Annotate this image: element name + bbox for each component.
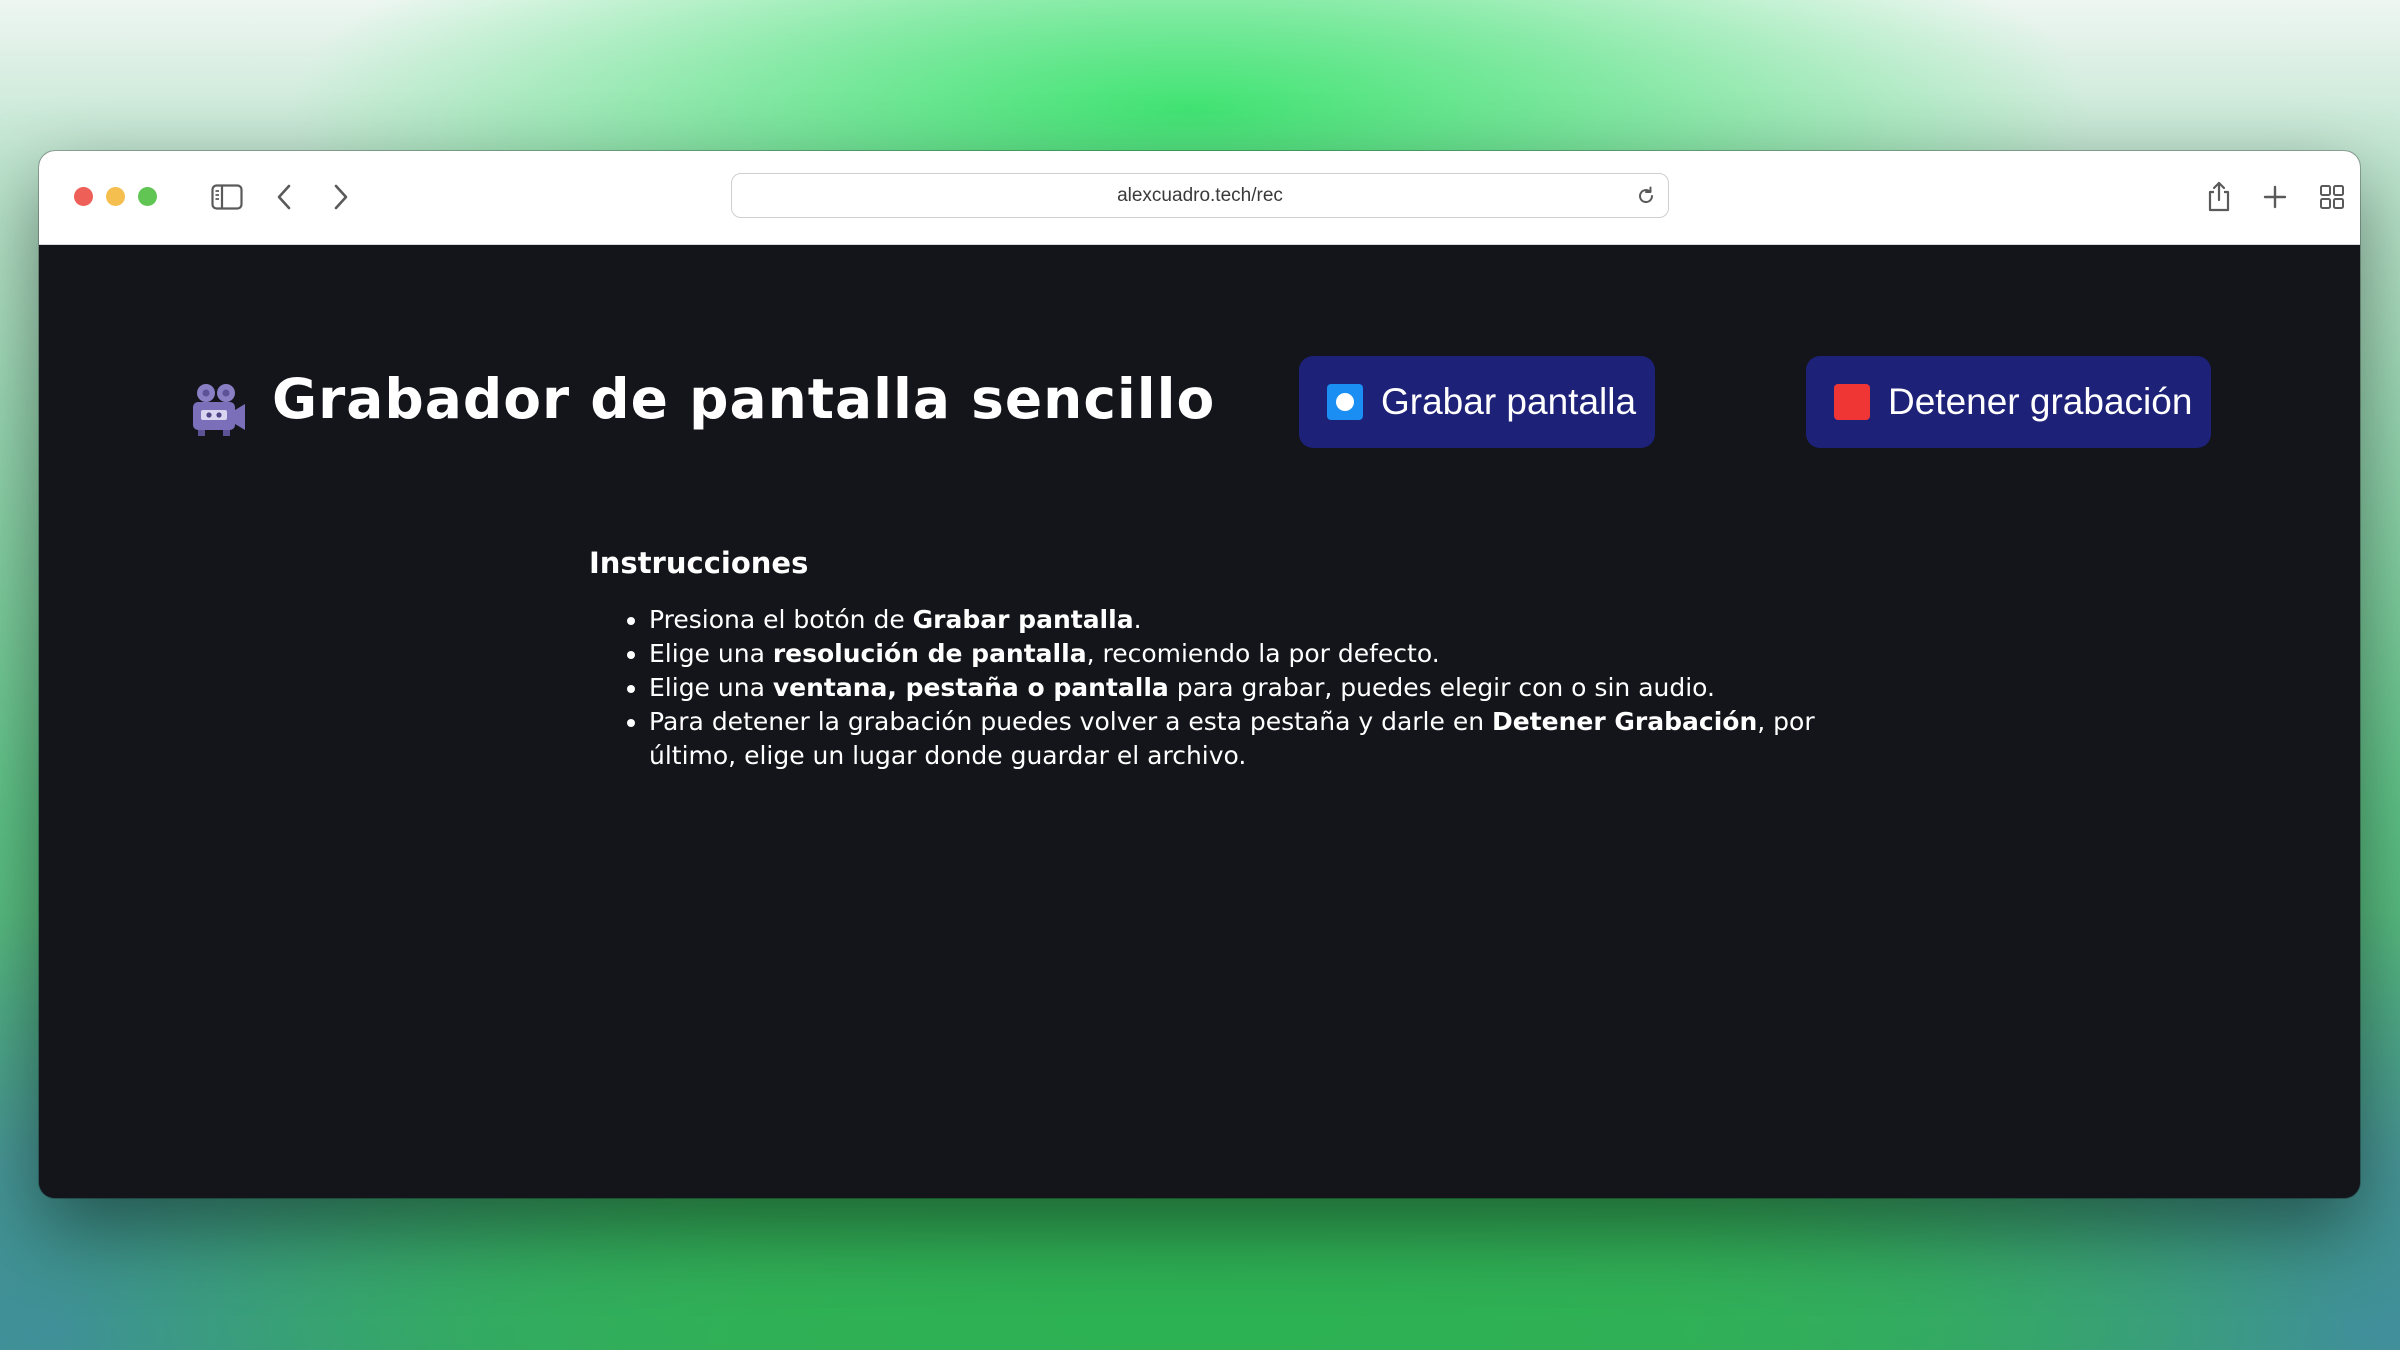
stop-recording-label: Detener grabación bbox=[1888, 381, 2193, 422]
maximize-window-button[interactable] bbox=[138, 187, 157, 206]
stop-recording-button[interactable]: Detener grabación bbox=[1806, 356, 2211, 448]
forward-arrow-icon[interactable] bbox=[321, 177, 361, 217]
instruction-item: Elige una ventana, pestaña o pantalla pa… bbox=[649, 671, 1889, 705]
instructions-list: Presiona el botón de Grabar pantalla. El… bbox=[589, 603, 1889, 773]
record-button-icon bbox=[1327, 384, 1363, 420]
browser-toolbar: alexcuadro.tech/rec bbox=[39, 151, 2360, 245]
page-title: Grabador de pantalla sencillo bbox=[272, 367, 1216, 431]
record-screen-label: Grabar pantalla bbox=[1381, 381, 1637, 422]
instructions-heading: Instrucciones bbox=[589, 546, 809, 580]
instruction-item: Elige una resolución de pantalla, recomi… bbox=[649, 637, 1889, 671]
url-text: alexcuadro.tech/rec bbox=[1117, 184, 1283, 206]
page-content: Grabador de pantalla sencillo Grabar pan… bbox=[39, 245, 2360, 1198]
sidebar-toggle-icon[interactable] bbox=[207, 177, 247, 217]
reload-icon[interactable] bbox=[1634, 184, 1658, 208]
instructions-section: Instrucciones Presiona el botón de Graba… bbox=[589, 545, 1889, 773]
minimize-window-button[interactable] bbox=[106, 187, 125, 206]
address-bar[interactable]: alexcuadro.tech/rec bbox=[731, 173, 1669, 218]
instruction-item: Para detener la grabación puedes volver … bbox=[649, 705, 1889, 773]
back-arrow-icon[interactable] bbox=[264, 177, 304, 217]
browser-window: alexcuadro.tech/rec Grabador de pantalla… bbox=[39, 151, 2360, 1198]
video-camera-icon bbox=[189, 380, 247, 438]
record-screen-button[interactable]: Grabar pantalla bbox=[1299, 356, 1655, 448]
new-tab-icon[interactable] bbox=[2255, 177, 2295, 217]
tab-overview-icon[interactable] bbox=[2312, 177, 2352, 217]
stop-square-icon bbox=[1834, 384, 1870, 420]
close-window-button[interactable] bbox=[74, 187, 93, 206]
share-icon[interactable] bbox=[2199, 177, 2239, 217]
instruction-item: Presiona el botón de Grabar pantalla. bbox=[649, 603, 1889, 637]
